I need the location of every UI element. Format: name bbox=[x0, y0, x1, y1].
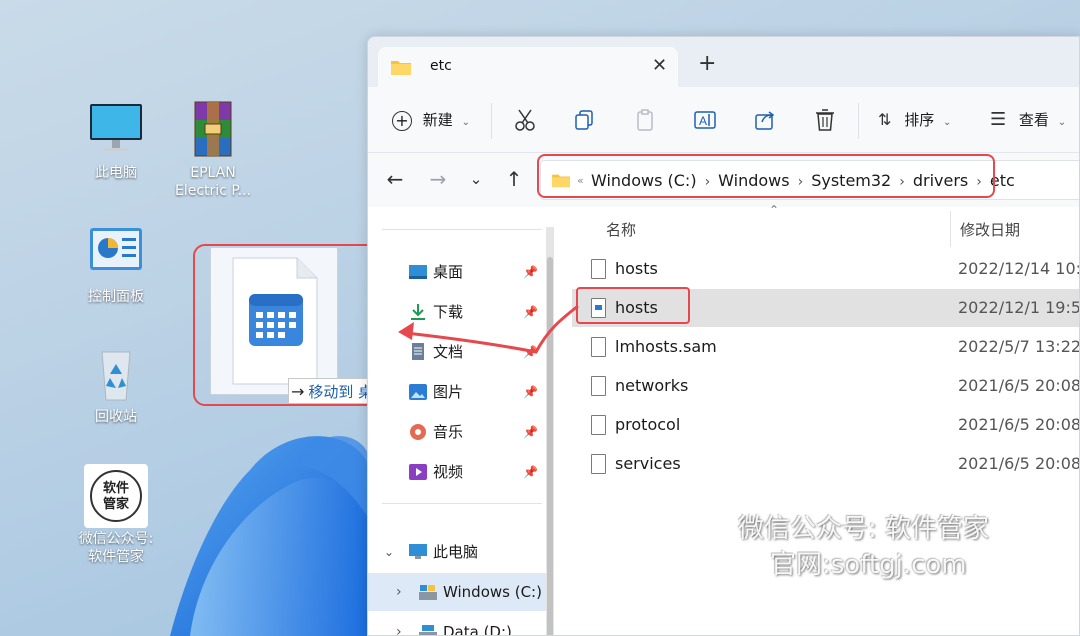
watermark-line-2: 官网:softgj.com bbox=[770, 550, 967, 580]
watermark-line-1: 微信公众号: 软件管家 bbox=[738, 514, 990, 544]
